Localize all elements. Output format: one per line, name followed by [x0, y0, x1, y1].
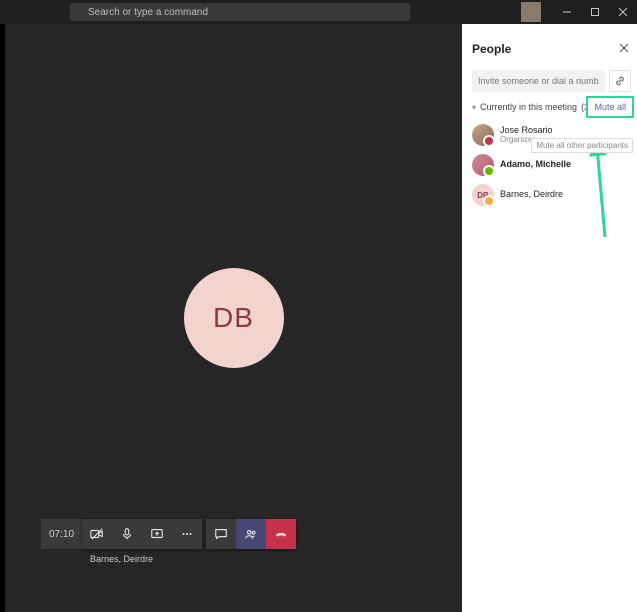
participant-name: Adamo, Michelle: [500, 160, 571, 170]
hangup-button[interactable]: [266, 519, 296, 549]
stage-caption: Barnes, Deirdre: [90, 554, 153, 564]
participant-avatar-large: DB: [184, 268, 284, 368]
meeting-stage: DB 07:10: [5, 24, 462, 612]
mic-button[interactable]: [112, 519, 142, 549]
more-actions-button[interactable]: [172, 519, 202, 549]
people-button[interactable]: [236, 519, 266, 549]
participant-name: Barnes, Deirdre: [500, 190, 563, 200]
chat-button[interactable]: [206, 519, 236, 549]
share-button[interactable]: [142, 519, 172, 549]
call-controls: 07:10: [41, 519, 462, 549]
call-timer: 07:10: [41, 519, 82, 549]
mute-all-button[interactable]: Mute all: [586, 96, 634, 118]
search-placeholder: Search or type a command: [88, 7, 208, 18]
control-bar: [82, 519, 202, 549]
invite-row: [472, 70, 631, 92]
search-box[interactable]: Search or type a command: [70, 3, 410, 21]
close-panel-button[interactable]: [619, 40, 629, 58]
section-label: Currently in this meeting: [480, 102, 577, 112]
close-window-button[interactable]: [609, 0, 637, 24]
section-row[interactable]: ▾ Currently in this meeting (3) Mute all: [472, 102, 631, 112]
participant-list: Jose RosarioOrganizerAdamo, MichelleDBBa…: [472, 122, 631, 212]
avatar-initials: DB: [213, 302, 254, 334]
profile-avatar[interactable]: [521, 2, 541, 22]
people-panel: People ▾ Currently in this meeting (3) M…: [462, 24, 637, 612]
main-area: DB 07:10: [0, 24, 637, 612]
control-bar-right: [206, 519, 296, 549]
camera-button[interactable]: [82, 519, 112, 549]
panel-title: People: [472, 42, 511, 56]
mute-all-tooltip: Mute all other participants: [531, 138, 633, 153]
dial-link-button[interactable]: [609, 70, 631, 92]
participant-item[interactable]: Adamo, Michelle: [472, 152, 631, 178]
participant-item[interactable]: DB Barnes, Deirdre: [472, 182, 631, 208]
invite-input[interactable]: [472, 70, 605, 92]
participant-avatar: DB: [472, 184, 494, 206]
participant-avatar: [472, 154, 494, 176]
panel-header: People: [472, 40, 631, 58]
caret-icon: ▾: [472, 103, 476, 112]
minimize-button[interactable]: [553, 0, 581, 24]
participant-avatar: [472, 124, 494, 146]
title-bar: Search or type a command: [0, 0, 637, 24]
maximize-button[interactable]: [581, 0, 609, 24]
titlebar-right: [521, 0, 637, 24]
